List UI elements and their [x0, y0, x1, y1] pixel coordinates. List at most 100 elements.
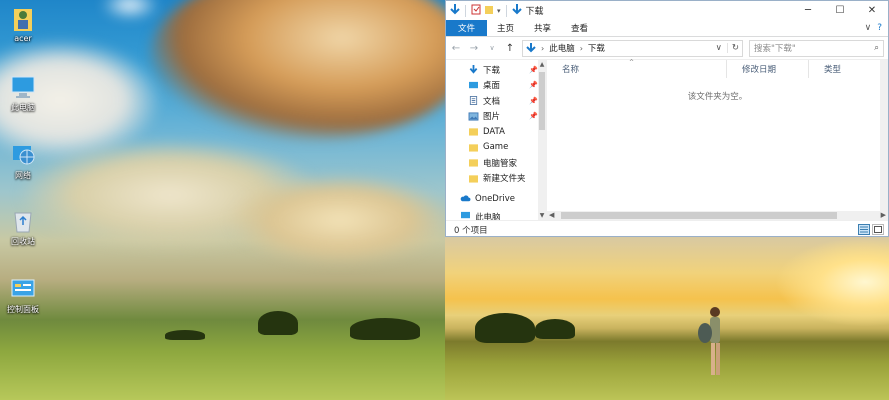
column-headers: ^ 名称 修改日期 类型: [547, 59, 888, 78]
desktop-icon-label: 网络: [15, 171, 31, 180]
folder-icon: [469, 159, 478, 167]
scrollbar-thumb[interactable]: [539, 72, 545, 130]
refresh-icon[interactable]: ↻: [726, 43, 739, 53]
pin-icon: 📌: [529, 96, 538, 105]
breadcrumb-this-pc[interactable]: 此电脑: [549, 42, 575, 54]
computer-icon: [461, 211, 470, 218]
desktop-icon-label: 控制面板: [7, 305, 39, 314]
pin-icon: 📌: [529, 65, 538, 74]
breadcrumb-chevron-icon[interactable]: ›: [541, 44, 544, 53]
forward-arrow-icon[interactable]: →: [468, 43, 480, 54]
column-header-type[interactable]: 类型: [809, 60, 869, 78]
help-icon[interactable]: ?: [877, 23, 882, 33]
minimize-button[interactable]: ─: [792, 1, 824, 20]
column-header-label: 类型: [824, 65, 842, 75]
breadcrumb-downloads[interactable]: 下载: [588, 42, 605, 54]
nav-item-label: 桌面: [483, 81, 501, 92]
content-vertical-scrollbar[interactable]: [880, 60, 888, 211]
pin-icon: 📌: [529, 112, 538, 121]
back-arrow-icon[interactable]: ←: [450, 43, 462, 54]
nav-item-pc-manager[interactable]: 电脑管家: [446, 155, 546, 171]
nav-item-label: 此电脑: [475, 212, 501, 220]
desktop-icon-label: 回收站: [11, 237, 35, 246]
scroll-right-arrow-icon[interactable]: ▶: [881, 211, 886, 219]
properties-icon[interactable]: [471, 4, 481, 18]
computer-icon: [10, 74, 36, 100]
download-arrow-icon[interactable]: [450, 3, 460, 18]
nav-item-downloads[interactable]: 下载 📌: [446, 62, 546, 78]
search-input[interactable]: 搜索"下载": [754, 42, 796, 54]
nav-item-new-folder[interactable]: 新建文件夹: [446, 171, 546, 187]
nav-item-label: Game: [483, 142, 509, 153]
address-dropdown-icon[interactable]: ∨: [712, 43, 722, 53]
desktop-icon-user[interactable]: acer: [0, 6, 46, 43]
large-icons-view-icon: [874, 226, 882, 233]
search-icon[interactable]: ⌕: [874, 43, 879, 53]
download-location-icon: [526, 43, 536, 53]
details-view-button[interactable]: [858, 224, 870, 235]
nav-item-label: 文档: [483, 96, 501, 107]
user-folder-icon: [10, 6, 36, 32]
breadcrumb-chevron-icon[interactable]: ›: [580, 44, 583, 53]
folder-icon: [469, 175, 478, 183]
desktop-icon-label: 此电脑: [11, 103, 35, 112]
nav-item-this-pc[interactable]: 此电脑: [446, 211, 546, 220]
file-list: ^ 名称 修改日期 类型 该文件夹为空。 ◀ ▶: [547, 59, 888, 220]
nav-item-label: DATA: [483, 126, 505, 137]
nav-pane-scrollbar[interactable]: ▲ ▼: [538, 60, 546, 220]
search-box[interactable]: 搜索"下载" ⌕: [749, 39, 884, 57]
nav-item-label: 下载: [483, 65, 501, 76]
desktop-icon: [469, 81, 478, 88]
view-toggle: [858, 224, 888, 235]
details-view-icon: [860, 226, 868, 233]
sun-glow: [775, 237, 889, 327]
scroll-down-arrow-icon[interactable]: ▼: [538, 212, 546, 219]
quick-access-dropdown-icon[interactable]: ▾: [497, 7, 501, 15]
navigation-bar: ← → ∨ ↑ › 此电脑 › 下载 ∨ ↻ 搜索"下载" ⌕: [446, 37, 888, 60]
desktop-icon-this-pc[interactable]: 此电脑: [0, 74, 46, 113]
close-button[interactable]: ✕: [856, 1, 888, 20]
quick-access-toolbar: ▾: [446, 3, 522, 18]
column-header-label: 名称: [562, 65, 580, 75]
nav-item-onedrive[interactable]: OneDrive: [446, 191, 546, 207]
column-header-name[interactable]: ^ 名称: [547, 59, 727, 78]
nav-item-data[interactable]: DATA: [446, 124, 546, 140]
nav-item-documents[interactable]: 文档 📌: [446, 93, 546, 109]
folder-icon: [469, 144, 478, 152]
address-bar[interactable]: › 此电脑 › 下载 ∨ ↻: [522, 39, 743, 57]
item-count: 0 个项目: [454, 225, 488, 236]
scroll-left-arrow-icon[interactable]: ◀: [549, 211, 554, 219]
content-horizontal-scrollbar[interactable]: ◀ ▶: [547, 211, 888, 220]
toolbar-separator: [505, 4, 507, 17]
desktop-icon-recycle-bin[interactable]: 回收站: [0, 208, 46, 247]
nav-item-pictures[interactable]: 图片 📌: [446, 109, 546, 125]
title-bar[interactable]: ▾ 下载 ─ ☐ ✕: [446, 1, 888, 20]
girl-figure: [698, 307, 720, 375]
large-icons-view-button[interactable]: [872, 224, 884, 235]
column-header-label: 修改日期: [742, 65, 777, 75]
desktop-icon-control-panel[interactable]: 控制面板: [0, 276, 46, 315]
new-folder-icon[interactable]: [484, 4, 494, 18]
recent-locations-icon[interactable]: ∨: [486, 44, 498, 52]
navigation-pane: 下载 📌 桌面 📌 文档 📌 图片 📌 DATA Game 电脑管家 新建文件夹…: [446, 60, 547, 220]
recycle-bin-icon: [10, 208, 36, 234]
tab-home[interactable]: 主页: [487, 20, 524, 36]
tab-file[interactable]: 文件: [446, 20, 488, 36]
scroll-up-arrow-icon[interactable]: ▲: [538, 61, 546, 68]
file-explorer-window: ▾ 下载 ─ ☐ ✕ 文件 主页 共享 查看 ∨ ? ← → ∨ ↑ › 此电脑: [445, 0, 889, 237]
tab-share[interactable]: 共享: [524, 20, 561, 36]
nav-item-desktop[interactable]: 桌面 📌: [446, 78, 546, 94]
column-header-date-modified[interactable]: 修改日期: [727, 60, 809, 78]
nav-item-label: 图片: [483, 112, 501, 123]
up-arrow-icon[interactable]: ↑: [504, 43, 516, 54]
scrollbar-thumb[interactable]: [561, 212, 837, 219]
desktop-wallpaper-right: [445, 237, 889, 400]
documents-icon: [469, 96, 478, 106]
nav-item-label: OneDrive: [475, 193, 515, 204]
desktop-icon-label: acer: [14, 34, 32, 43]
maximize-button[interactable]: ☐: [824, 1, 856, 20]
nav-item-game[interactable]: Game: [446, 140, 546, 156]
ribbon-expand-icon[interactable]: ∨: [865, 23, 872, 33]
desktop-icon-network[interactable]: 网络: [0, 142, 46, 181]
tab-view[interactable]: 查看: [561, 20, 598, 36]
